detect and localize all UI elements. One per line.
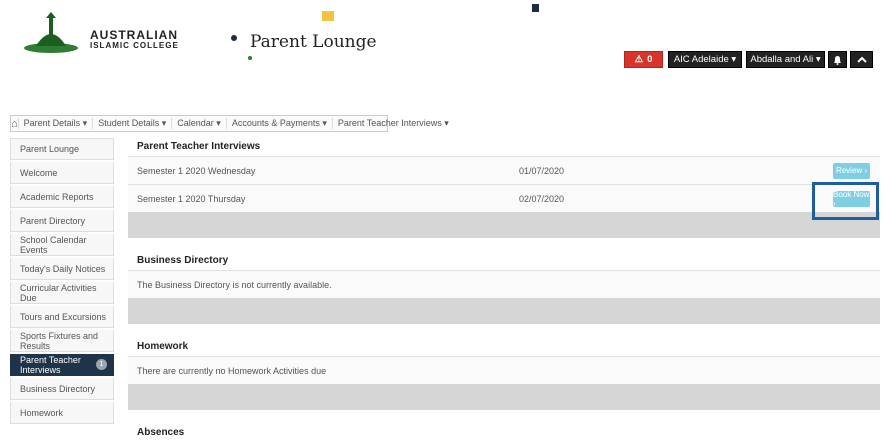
section-title-pti: Parent Teacher Interviews [137, 140, 261, 152]
interview-name: Semester 1 2020 Wednesday [137, 165, 256, 176]
alert-button[interactable]: ⚠ 0 [624, 51, 663, 68]
sidebar-item-daily-notices[interactable]: Today's Daily Notices [10, 258, 114, 280]
sidebar-item-label: Academic Reports [20, 191, 94, 202]
sidebar-item-label: School Calendar Events [20, 234, 87, 255]
sidebar-item-parent-teacher-interviews[interactable]: Parent Teacher Interviews 1 [10, 354, 114, 376]
interview-name: Semester 1 2020 Thursday [137, 193, 246, 204]
sidebar-item-label: Parent Lounge [20, 144, 80, 154]
sidebar-item-curricular-activities[interactable]: Curricular Activities Due [10, 282, 114, 304]
brand-name: AUSTRALIAN [90, 28, 178, 42]
home-icon[interactable]: ⌂ [11, 118, 18, 130]
section-title-business: Business Directory [137, 254, 229, 266]
nav-student-details[interactable]: Student Details ▾ [92, 118, 171, 129]
sidebar-item-academic-reports[interactable]: Academic Reports [10, 186, 114, 208]
campus-dropdown[interactable]: AIC Adelaide ▾ [668, 51, 742, 68]
section-divider [128, 384, 880, 410]
sidebar-item-business-directory[interactable]: Business Directory [10, 378, 114, 400]
user-dropdown[interactable]: Abdalla and Ali ▾ [746, 51, 825, 68]
sidebar-item-tours-excursions[interactable]: Tours and Excursions [10, 306, 114, 328]
sidebar-item-school-calendar-events[interactable]: School Calendar Events [10, 234, 114, 256]
interview-date: 02/07/2020 [519, 193, 565, 204]
sidebar-item-label: Business Directory [20, 383, 96, 394]
alert-count: 0 [647, 54, 653, 65]
sidebar-item-label: Welcome [20, 167, 58, 178]
nav-calendar[interactable]: Calendar ▾ [171, 118, 226, 129]
sidebar-item-label: Parent Directory [20, 215, 86, 226]
section-divider [128, 298, 880, 324]
decorative-square-dark [532, 4, 539, 12]
sidebar-item-homework[interactable]: Homework [10, 402, 114, 424]
count-badge: 1 [96, 359, 107, 370]
sidebar-item-welcome[interactable]: Welcome [10, 162, 114, 184]
sidebar-item-parent-lounge[interactable]: Parent Lounge [10, 138, 114, 160]
main-navigation: ⌂ Parent Details ▾ Student Details ▾ Cal… [10, 115, 449, 132]
warning-icon: ⚠ [634, 54, 644, 65]
sidebar-item-label: Curricular Activities Due [20, 282, 97, 303]
app-title: Parent Lounge [250, 32, 377, 52]
bullet-dot [231, 35, 237, 41]
section-title-absences: Absences [137, 426, 185, 438]
sidebar-item-sports-fixtures[interactable]: Sports Fixtures and Results [10, 330, 114, 352]
sidebar-item-label: Sports Fixtures and Results [20, 330, 99, 351]
interview-date: 01/07/2020 [519, 165, 565, 176]
nav-accounts-payments[interactable]: Accounts & Payments ▾ [225, 118, 332, 129]
table-row: Semester 1 2020 Wednesday 01/07/2020 Rev… [128, 156, 880, 184]
section-title-homework: Homework [137, 340, 189, 352]
notification-button[interactable] [828, 51, 847, 68]
chevron-up-icon [856, 56, 867, 63]
section-divider [128, 212, 880, 238]
sidebar-item-parent-directory[interactable]: Parent Directory [10, 210, 114, 232]
nav-parent-details[interactable]: Parent Details ▾ [17, 118, 93, 129]
nav-parent-teacher-interviews[interactable]: Parent Teacher Interviews ▾ [331, 118, 454, 129]
review-button[interactable]: Review › [833, 162, 870, 179]
sidebar-item-label: Today's Daily Notices [20, 263, 106, 274]
college-logo [24, 12, 78, 53]
decorative-square [322, 11, 334, 21]
homework-message: There are currently no Homework Activiti… [128, 356, 880, 384]
sidebar-item-label: Homework [20, 407, 64, 418]
collapse-button[interactable] [850, 51, 873, 68]
bullet-dot-green [248, 56, 252, 60]
sidebar-item-label: Tours and Excursions [20, 311, 107, 322]
business-message: The Business Directory is not currently … [128, 270, 880, 298]
sidebar: Parent Lounge Welcome Academic Reports P… [10, 138, 114, 426]
highlight-box [812, 182, 879, 220]
main-content: Parent Teacher Interviews Semester 1 202… [128, 136, 880, 442]
table-row: Semester 1 2020 Thursday 02/07/2020 Book… [128, 184, 880, 212]
brand-subname: ISLAMIC COLLEGE [90, 41, 179, 50]
bell-icon [834, 55, 841, 65]
